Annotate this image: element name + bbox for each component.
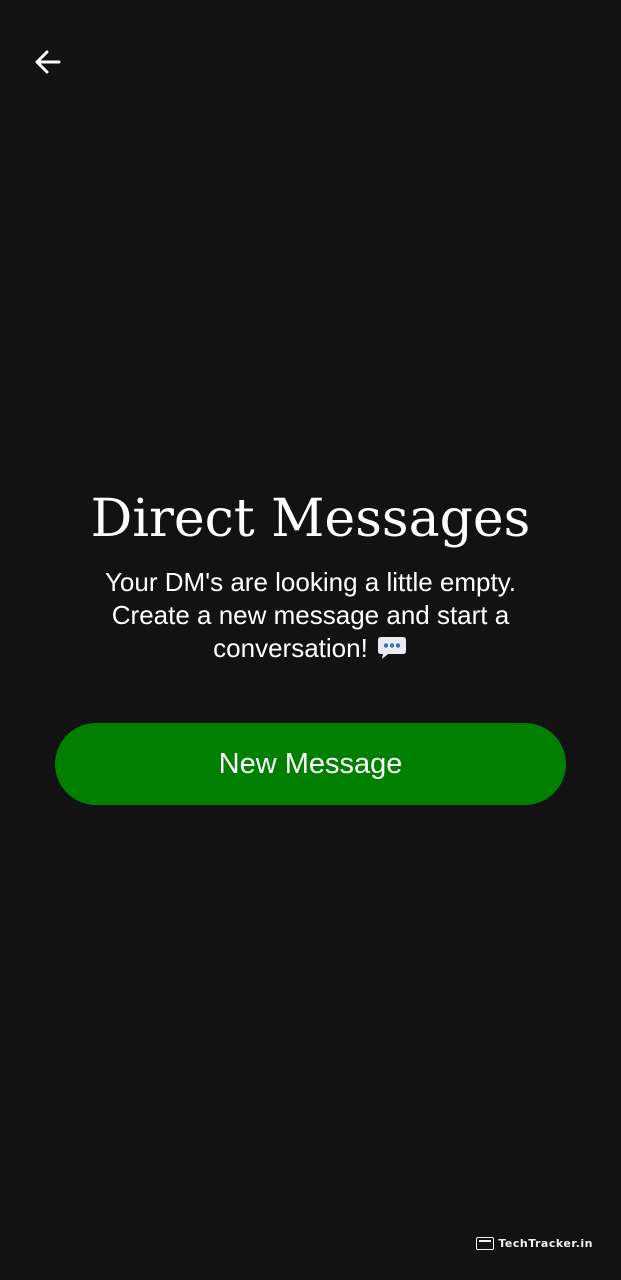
new-message-button[interactable]: New Message [55,723,566,805]
empty-state: Direct Messages Your DM's are looking a … [0,486,621,669]
watermark-text: TechTracker.in [498,1237,593,1250]
page-title: Direct Messages [90,489,531,549]
speech-bubble-icon [376,635,408,669]
techtracker-logo-icon [476,1237,495,1250]
watermark: TechTracker.in [476,1237,593,1250]
empty-state-message-container: Your DM's are looking a little empty. Cr… [76,566,546,669]
empty-state-message: Your DM's are looking a little empty. Cr… [104,567,517,663]
arrow-left-icon [35,50,61,74]
back-button[interactable] [28,42,68,82]
